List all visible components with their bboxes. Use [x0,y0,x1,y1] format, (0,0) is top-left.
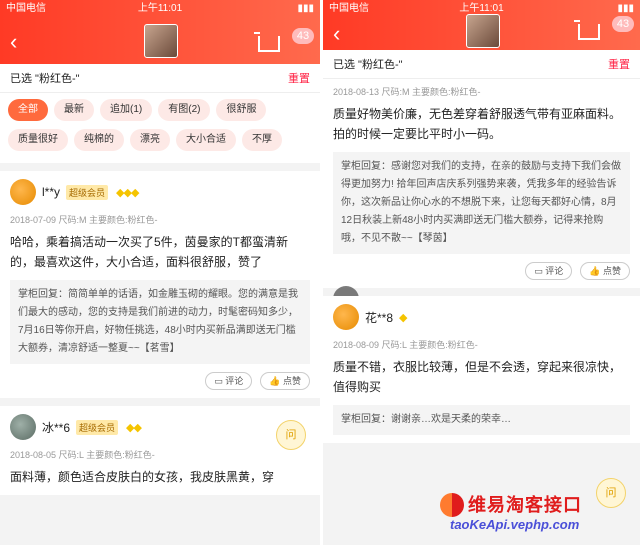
seller-reply: 掌柜回复：简简单单的话语，如金雕玉砌的耀眼。您的满意是我们最大的感动，您的支持是… [10,280,310,364]
tag-latest[interactable]: 最新 [54,99,94,121]
diamond-icon: ◆ [399,311,408,324]
user-name: 花**8 [365,310,394,325]
comment-label: 评论 [225,376,244,386]
watermark-title: 维易淘客接口 [468,495,582,515]
user-avatar [10,414,36,440]
tag-with-photo[interactable]: 有图(2) [158,99,211,121]
ask-button[interactable]: 问 [276,420,306,450]
comment-label: 评论 [545,266,564,276]
vip-badge: 超级会员 [66,184,109,200]
tag-comfortable[interactable]: 很舒服 [216,99,267,121]
review-meta: 2018-08-09 尺码:L 主要颜色:粉红色- [333,340,478,350]
review-item: l**y 超级会员 ◆◆◆ 2018-07-09 尺码:M 主要颜色:粉红色- … [0,171,320,398]
review-item: 问 冰**6 超级会员 ◆◆ 2018-08-05 尺码:L 主要颜色:粉红色-… [0,406,320,495]
top-nav-bar: 中国电信 上午11:01 ▮▮▮ ‹ 43 [0,0,320,64]
back-icon[interactable]: ‹ [10,30,17,54]
comment-button[interactable]: ▭ 评论 [525,262,573,280]
tag-good-quality[interactable]: 质量很好 [8,129,68,151]
vip-badge: 超级会员 [76,419,119,435]
diamond-icon: ◆◆◆ [116,186,139,199]
diamond-icon: ◆◆ [126,421,142,434]
review-tags: 全部 最新 追加(1) 有图(2) 很舒服 质量很好 纯棉的 漂亮 大小合适 不… [0,93,320,163]
like-label: 点赞 [282,376,301,386]
user-avatar [10,179,36,205]
user-name: l**y [42,185,61,199]
comment-button[interactable]: ▭ 评论 [205,372,253,390]
user-name: 冰**6 [42,420,71,435]
user-avatar [333,304,359,330]
shop-avatar[interactable] [465,14,500,48]
tag-fit[interactable]: 大小合适 [176,129,236,151]
review-text: 哈哈，乘着搞活动一次买了5件，茵曼家的T都蛮清新的，最喜欢这件，大小合适，面料很… [10,235,289,269]
status-bar: 中国电信 上午11:01 ▮▮▮ [0,0,320,18]
seller-reply: 掌柜回复：谢谢亲…欢是天柔的荣幸… [333,405,630,435]
review-item: 花**8 ◆ 2018-08-09 尺码:L 主要颜色:粉红色- 质量不错，衣服… [323,296,640,443]
review-meta: 2018-08-13 尺码:M 主要颜色:粉红色- [333,87,481,97]
tag-cotton[interactable]: 纯棉的 [74,129,124,151]
selected-filter-bar: 已选 "粉红色-" 重置 [323,50,640,79]
shop-avatar[interactable] [144,24,178,58]
tag-all[interactable]: 全部 [8,99,48,121]
selected-filter-bar: 已选 "粉红色-" 重置 [0,64,320,93]
like-button[interactable]: 👍 点赞 [260,372,310,390]
cart-icon[interactable] [574,20,600,40]
watermark-logo-icon [440,493,464,517]
tag-pretty[interactable]: 漂亮 [130,129,170,151]
review-item: 2018-08-13 尺码:M 主要颜色:粉红色- 质量好物美价廉，无色差穿着舒… [323,79,640,288]
like-button[interactable]: 👍 点赞 [580,262,630,280]
review-text: 质量好物美价廉，无色差穿着舒服透气带有亚麻面料。拍的时候一定要比平时小一码。 [333,107,622,141]
reset-button[interactable]: 重置 [288,70,310,86]
selected-label[interactable]: 已选 "粉红色-" [333,56,403,72]
review-meta: 2018-07-09 尺码:M 主要颜色:粉红色- [10,215,158,225]
review-text: 面料薄，颜色适合皮肤白的女孩，我皮肤黑黄，穿 [10,470,275,484]
tag-append[interactable]: 追加(1) [100,99,153,121]
review-text: 质量不错，衣服比较薄，但是不会透，穿起来很凉快，值得购买 [333,360,622,394]
right-screen: 中国电信 上午11:01 ▮▮▮ ‹ 43 已选 "粉红色-" 重置 2018-… [323,0,640,545]
like-label: 点赞 [602,266,621,276]
clock: 上午11:01 [137,3,183,14]
cart-icon[interactable] [254,32,280,52]
back-icon[interactable]: ‹ [333,22,340,46]
left-screen: 中国电信 上午11:01 ▮▮▮ ‹ 43 已选 "粉红色-" 重置 全部 最新… [0,0,320,545]
reset-button[interactable]: 重置 [608,56,630,72]
review-meta: 2018-08-05 尺码:L 主要颜色:粉红色- [10,450,155,460]
cart-badge: 43 [292,28,314,44]
cart-badge: 43 [612,16,634,32]
top-nav-bar: 中国电信 上午11:01 ▮▮▮ ‹ 43 [323,0,640,50]
selected-label[interactable]: 已选 "粉红色-" [10,70,80,86]
seller-reply: 掌柜回复：感谢您对我们的支持，在亲的鼓励与支持下我们会做得更加努力! 拾年回声店… [333,152,630,254]
watermark: 维易淘客接口 taoKeApi.vephp.com [440,485,640,545]
watermark-url: taoKeApi.vephp.com [450,517,580,532]
tag-not-thick[interactable]: 不厚 [242,129,282,151]
